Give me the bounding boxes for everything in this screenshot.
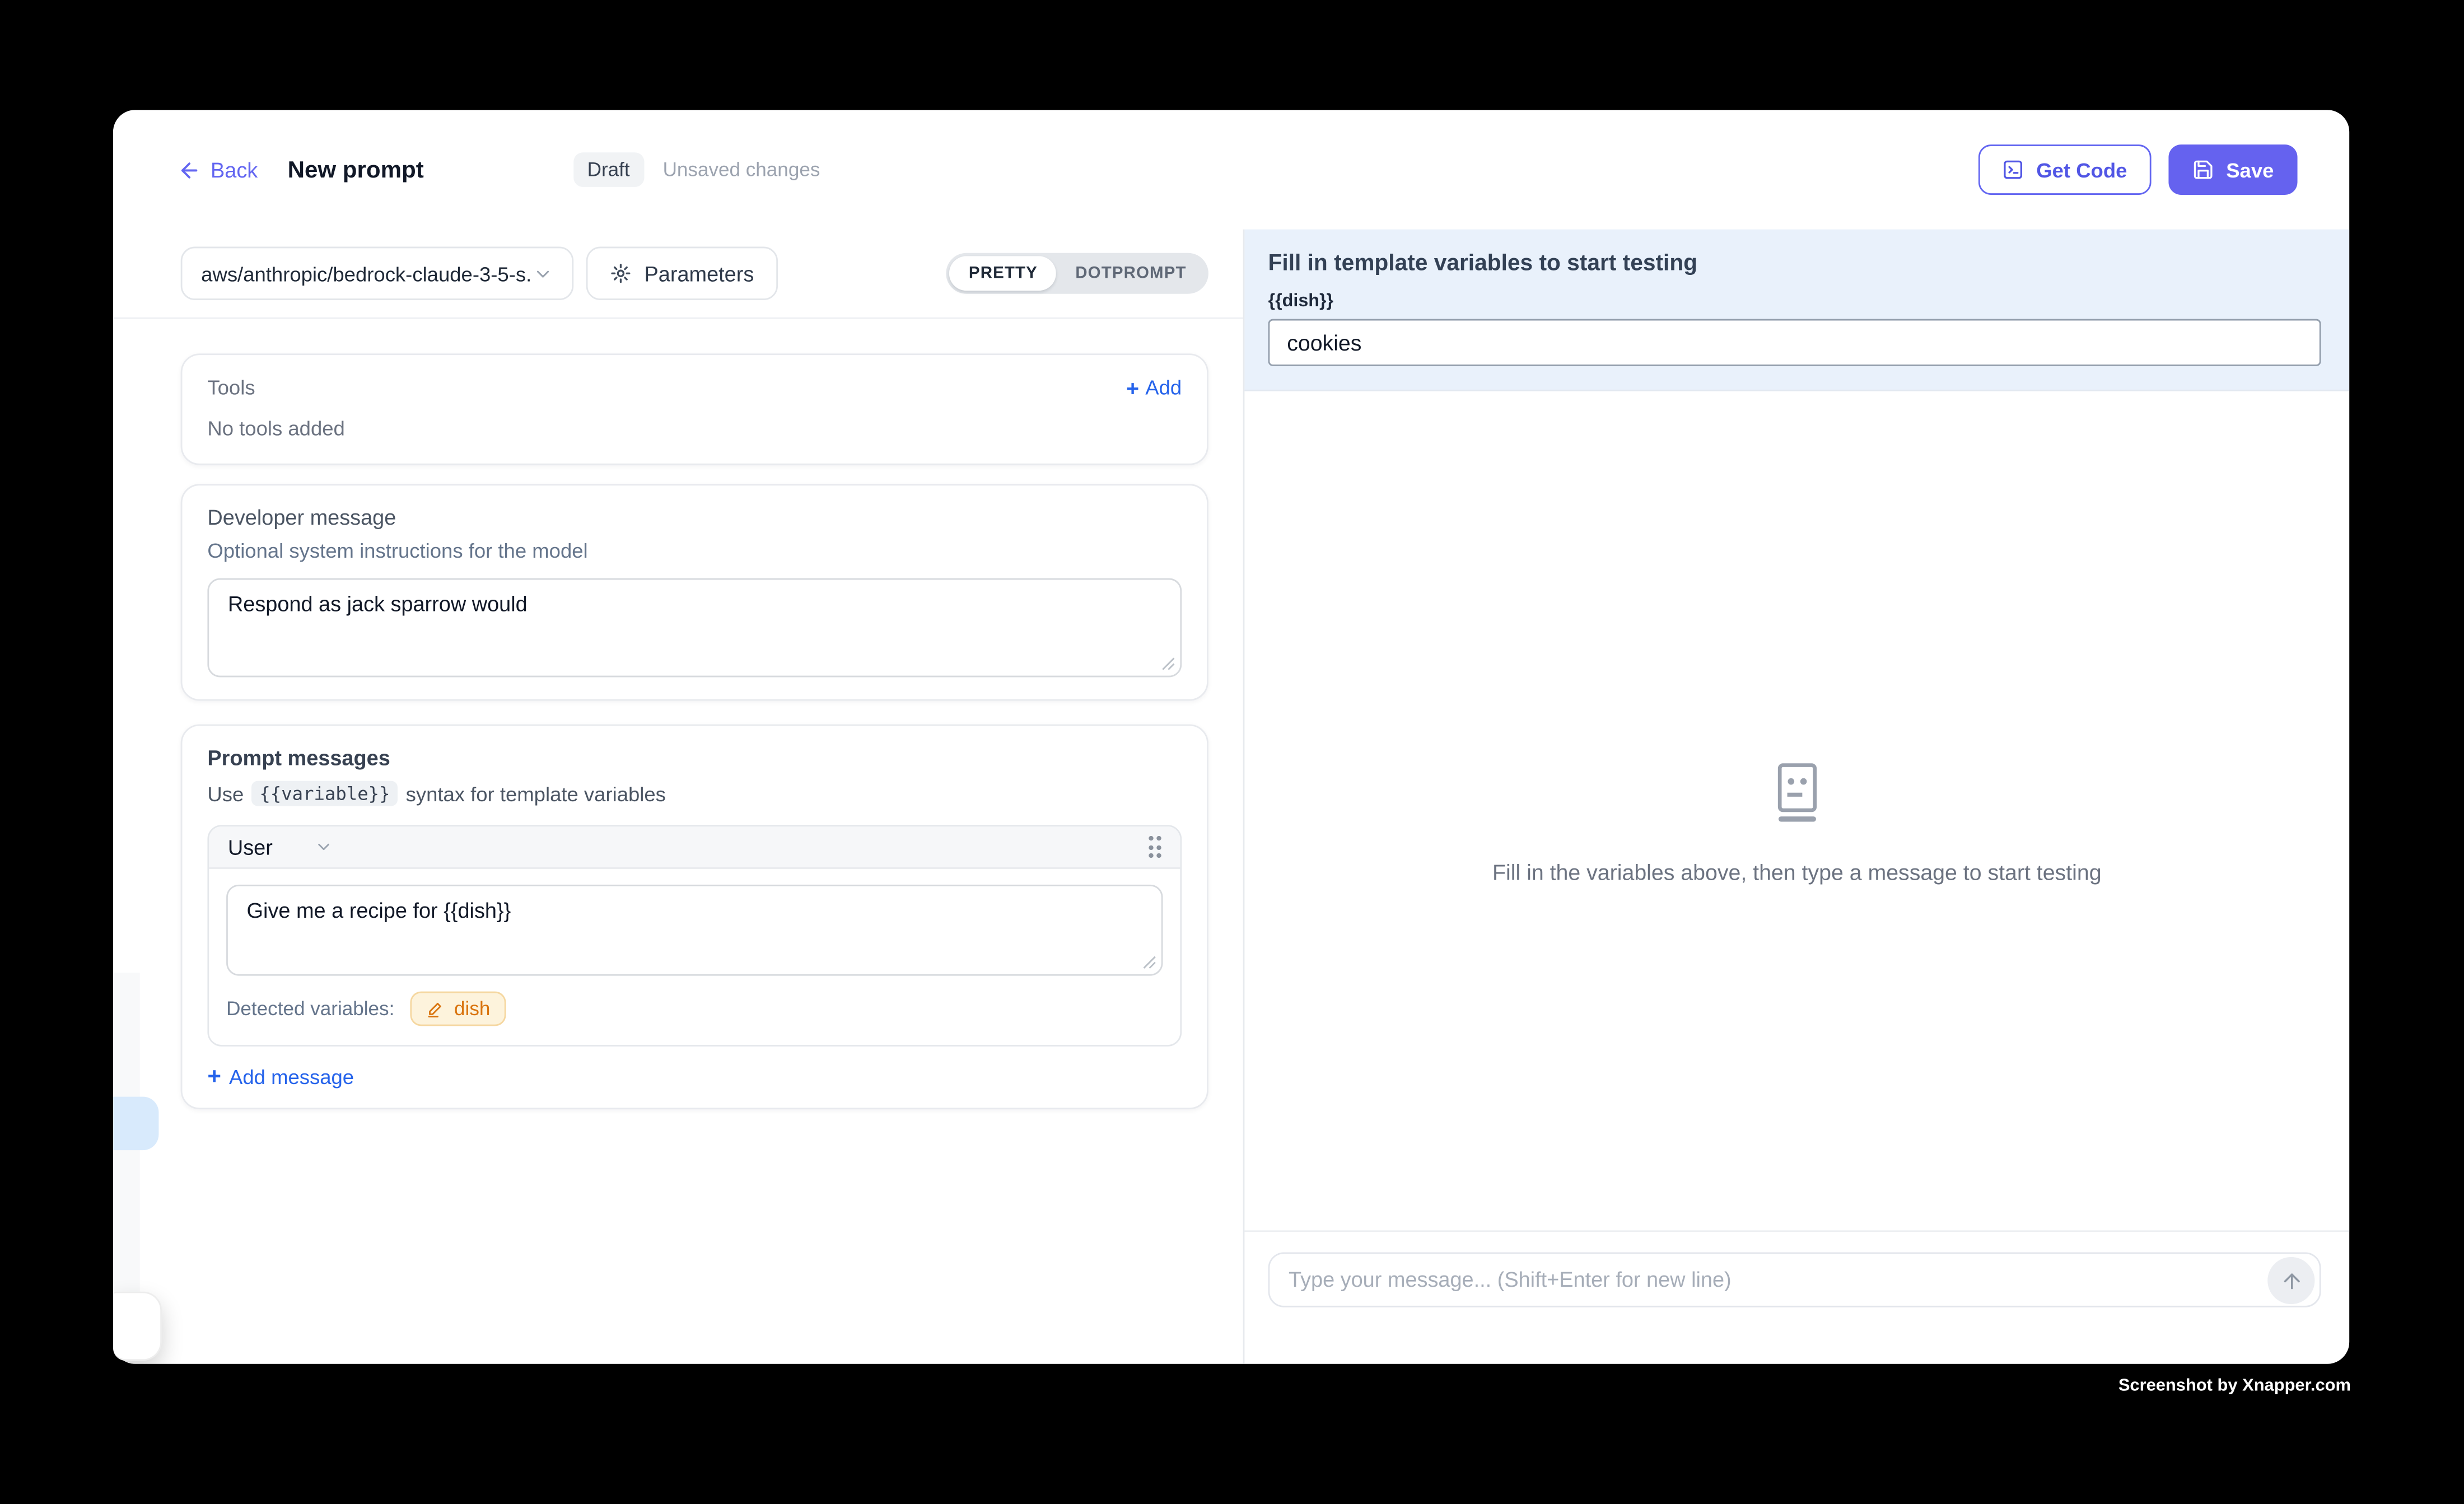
chevron-down-icon: [533, 263, 553, 283]
add-message-button[interactable]: + Add message: [207, 1066, 1182, 1089]
gear-icon: [610, 263, 632, 284]
developer-message-title: Developer message: [207, 506, 1182, 530]
drag-handle-icon[interactable]: [1148, 836, 1161, 858]
tools-empty-text: No tools added: [207, 417, 1182, 440]
test-panel: Fill in template variables to start test…: [1244, 230, 2349, 1364]
page-title: New prompt: [288, 156, 424, 183]
background-selected-item: [113, 1097, 158, 1150]
add-message-label: Add message: [229, 1066, 354, 1089]
hint-prefix: Use: [207, 782, 244, 805]
chevron-down-icon: [314, 838, 333, 857]
body: aws/anthropic/bedrock-claude-3-5-s... Pa…: [113, 230, 2349, 1364]
background-popover: [113, 1292, 162, 1361]
save-icon: [2191, 158, 2213, 180]
variable-chip-dish[interactable]: dish: [410, 992, 506, 1026]
arrow-up-icon: [2279, 1269, 2303, 1292]
add-tool-button[interactable]: + Add: [1126, 376, 1182, 399]
developer-message-subtitle: Optional system instructions for the mod…: [207, 539, 1182, 562]
hint-suffix: syntax for template variables: [406, 782, 666, 805]
prompt-messages-title: Prompt messages: [207, 746, 1182, 770]
add-tool-label: Add: [1145, 376, 1182, 399]
view-mode-toggle: PRETTY DOTPROMPT: [947, 253, 1208, 294]
developer-message-card: Developer message Optional system instru…: [181, 484, 1208, 700]
tools-title: Tools: [207, 376, 255, 399]
header-actions: Get Code Save: [1978, 144, 2297, 195]
back-label: Back: [211, 158, 258, 181]
detected-variables-label: Detected variables:: [226, 998, 394, 1020]
message-body: Give me a recipe for {{dish}} Detected v…: [209, 869, 1180, 1045]
role-select[interactable]: User: [228, 835, 273, 858]
chat-area: Fill in the variables above, then type a…: [1244, 391, 2349, 1230]
parameters-button[interactable]: Parameters: [586, 247, 778, 300]
chat-empty-text: Fill in the variables above, then type a…: [1492, 860, 2102, 885]
variable-chip-label: dish: [454, 998, 490, 1020]
variable-name-label: {{dish}}: [1268, 292, 2321, 311]
editor-toolbar: aws/anthropic/bedrock-claude-3-5-s... Pa…: [113, 230, 1243, 319]
chat-message-input[interactable]: [1270, 1254, 2319, 1306]
chat-empty-state: Fill in the variables above, then type a…: [1492, 762, 2102, 885]
watermark-text: Screenshot by Xnapper.com: [2118, 1376, 2351, 1395]
save-button[interactable]: Save: [2168, 144, 2297, 195]
back-button[interactable]: Back: [178, 158, 258, 181]
editor-content: Tools + Add No tools added Developer mes…: [113, 319, 1243, 1364]
robot-icon: [1492, 762, 2102, 823]
toggle-dotprompt[interactable]: DOTPROMPT: [1057, 256, 1206, 291]
status-badge: Draft: [573, 152, 644, 187]
pencil-icon: [426, 999, 445, 1019]
prompt-messages-card: Prompt messages Use {{variable}} syntax …: [181, 725, 1208, 1109]
message-text-input[interactable]: Give me a recipe for {{dish}}: [226, 885, 1163, 976]
app-window: Back New prompt Draft Unsaved changes Ge…: [113, 110, 2349, 1363]
model-select[interactable]: aws/anthropic/bedrock-claude-3-5-s...: [181, 247, 574, 300]
test-panel-title: Fill in template variables to start test…: [1268, 251, 2321, 277]
save-label: Save: [2226, 158, 2274, 181]
get-code-label: Get Code: [2036, 158, 2127, 181]
get-code-button[interactable]: Get Code: [1978, 144, 2150, 195]
plus-icon: +: [1126, 376, 1139, 398]
unsaved-changes-label: Unsaved changes: [663, 158, 820, 180]
message-block: User Give me a recipe for {{dish}}: [207, 825, 1182, 1047]
plus-icon: +: [207, 1066, 221, 1089]
terminal-square-icon: [2002, 158, 2024, 180]
prompt-messages-hint: Use {{variable}} syntax for template var…: [207, 781, 1182, 806]
variable-syntax-chip: {{variable}}: [251, 781, 398, 806]
chat-input-wrap: [1268, 1252, 2321, 1307]
parameters-label: Parameters: [645, 261, 754, 285]
header: Back New prompt Draft Unsaved changes Ge…: [113, 110, 2349, 229]
detected-variables-row: Detected variables: dish: [226, 992, 1163, 1026]
prompt-editor-panel: aws/anthropic/bedrock-claude-3-5-s... Pa…: [113, 230, 1244, 1364]
developer-message-input[interactable]: Respond as jack sparrow would: [207, 578, 1182, 678]
tools-card: Tools + Add No tools added: [181, 353, 1208, 465]
toggle-pretty[interactable]: PRETTY: [950, 256, 1056, 291]
stage: Back New prompt Draft Unsaved changes Ge…: [0, 0, 2464, 1503]
model-select-value: aws/anthropic/bedrock-claude-3-5-s...: [201, 261, 533, 285]
message-role-row: User: [209, 826, 1180, 869]
send-button[interactable]: [2267, 1257, 2314, 1304]
chat-input-bar: [1244, 1230, 2349, 1364]
variable-value-input[interactable]: [1268, 319, 2321, 366]
arrow-left-icon: [178, 158, 201, 181]
template-variables-header: Fill in template variables to start test…: [1244, 230, 2349, 391]
